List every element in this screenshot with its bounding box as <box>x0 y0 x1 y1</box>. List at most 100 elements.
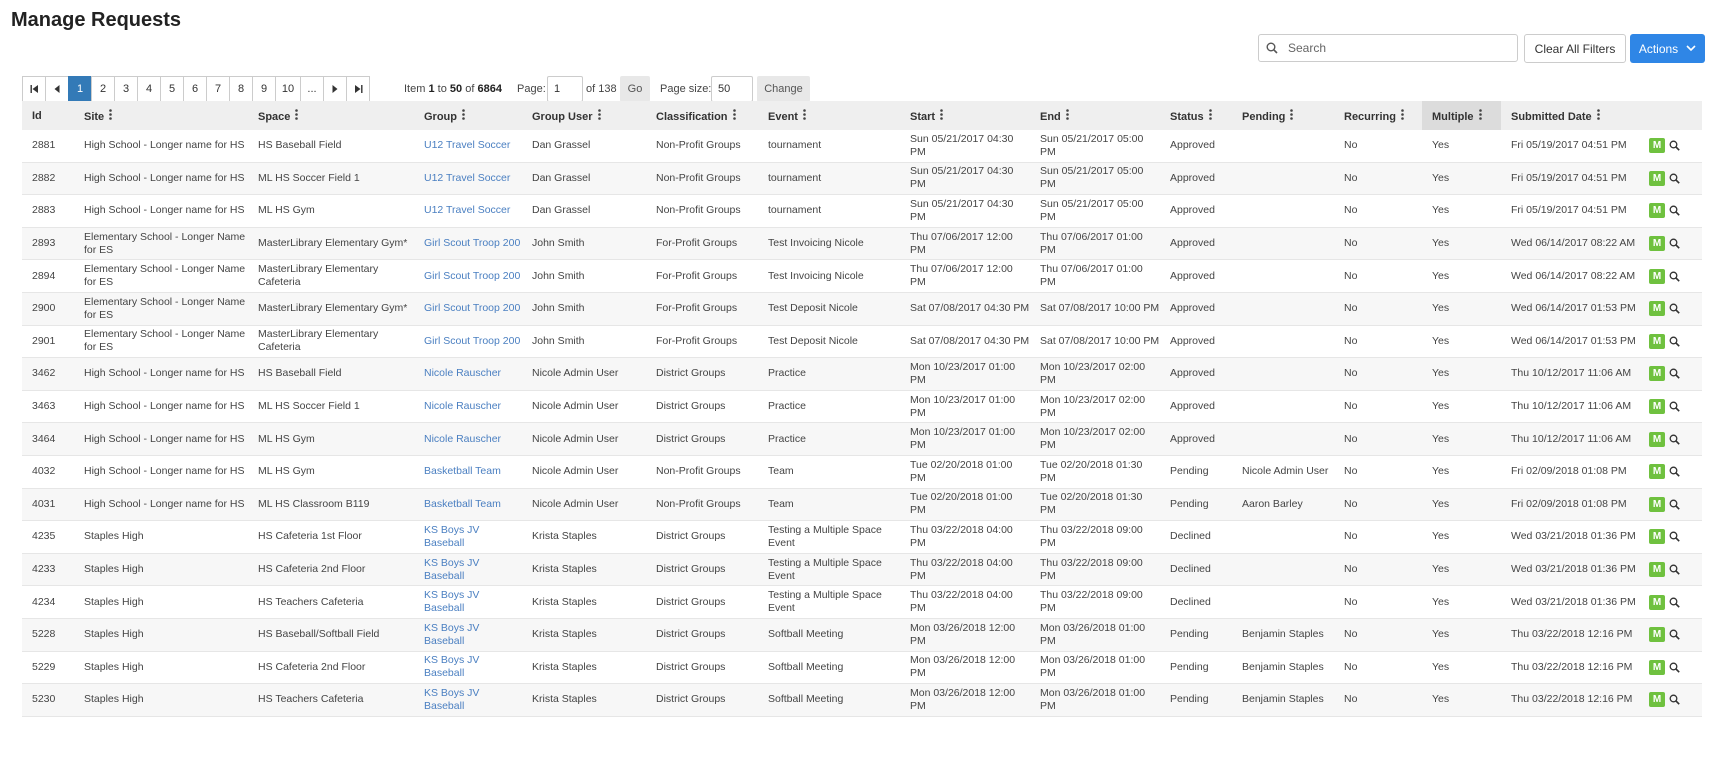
view-details-icon[interactable] <box>1669 336 1680 347</box>
column-header-multiple[interactable]: Multiple <box>1422 101 1501 130</box>
cell-group[interactable]: KS Boys JV Baseball <box>414 585 522 619</box>
cell-group[interactable]: KS Boys JV Baseball <box>414 618 522 652</box>
manage-button[interactable]: M <box>1649 496 1665 512</box>
manage-button[interactable]: M <box>1649 431 1665 447</box>
column-header-space[interactable]: Space <box>248 101 414 130</box>
column-menu-icon[interactable] <box>1401 108 1404 123</box>
manage-button[interactable]: M <box>1649 366 1665 382</box>
column-header-id[interactable]: Id <box>22 101 74 130</box>
manage-button[interactable]: M <box>1649 627 1665 643</box>
column-menu-icon[interactable] <box>1290 108 1294 123</box>
manage-button[interactable]: M <box>1649 594 1665 610</box>
view-details-icon[interactable] <box>1669 466 1680 478</box>
view-details-icon[interactable] <box>1669 629 1680 640</box>
table-row[interactable]: 5230 Staples High HS Teachers Cafeteria KS … <box>22 683 1702 717</box>
page-button-1[interactable]: 1 <box>68 76 92 102</box>
next-page-button[interactable] <box>323 76 347 102</box>
column-header-submitted-date[interactable]: Submitted Date <box>1501 101 1639 130</box>
change-page-size-button[interactable]: Change <box>757 76 810 102</box>
column-menu-icon[interactable] <box>803 108 806 123</box>
search-input[interactable] <box>1286 40 1500 56</box>
cell-group[interactable]: Girl Scout Troop 200 <box>414 227 522 261</box>
cell-group[interactable]: Girl Scout Troop 200 <box>414 259 522 293</box>
view-details-icon[interactable] <box>1669 140 1680 152</box>
cell-group[interactable]: KS Boys JV Baseball <box>414 520 522 554</box>
manage-button[interactable]: M <box>1649 692 1665 708</box>
table-row[interactable]: 4235 Staples High HS Cafeteria 1st Floor KS… <box>22 520 1702 554</box>
page-button-5[interactable]: 5 <box>160 76 184 102</box>
cell-group[interactable]: KS Boys JV Baseball <box>414 683 522 717</box>
manage-button[interactable]: M <box>1649 138 1665 154</box>
table-row[interactable]: 2893 Elementary School - Longer Name for … <box>22 227 1702 261</box>
column-header-site[interactable]: Site <box>74 101 248 130</box>
view-details-icon[interactable] <box>1669 434 1680 445</box>
manage-button[interactable]: M <box>1649 170 1665 186</box>
column-menu-icon[interactable] <box>109 108 112 123</box>
table-row[interactable]: 2882 High School - Longer name for HS ML H… <box>22 162 1702 196</box>
cell-group[interactable]: Nicole Rauscher <box>414 357 522 391</box>
column-header-group[interactable]: Group <box>414 101 522 130</box>
manage-button[interactable]: M <box>1649 236 1665 252</box>
cell-group[interactable]: Girl Scout Troop 200 <box>414 325 522 359</box>
table-row[interactable]: 5229 Staples High HS Cafeteria 2nd Floor KS… <box>22 651 1702 685</box>
manage-button[interactable]: M <box>1649 301 1665 317</box>
view-details-icon[interactable] <box>1669 173 1680 184</box>
column-menu-icon[interactable] <box>295 108 299 123</box>
page-button-6[interactable]: 6 <box>183 76 207 102</box>
column-menu-icon[interactable] <box>940 108 943 123</box>
manage-button[interactable]: M <box>1649 562 1665 578</box>
view-details-icon[interactable] <box>1669 499 1680 510</box>
column-menu-icon[interactable] <box>1065 108 1069 123</box>
column-menu-icon[interactable] <box>462 108 465 123</box>
column-header-classification[interactable]: Classification <box>646 101 758 130</box>
page-button-10[interactable]: 10 <box>275 76 301 102</box>
page-button-3[interactable]: 3 <box>114 76 138 102</box>
cell-group[interactable]: Basketball Team <box>414 455 522 489</box>
view-details-icon[interactable] <box>1669 597 1680 608</box>
view-details-icon[interactable] <box>1669 662 1680 673</box>
table-row[interactable]: 4032 High School - Longer name for HS ML H… <box>22 455 1702 489</box>
actions-button[interactable]: Actions <box>1630 34 1705 63</box>
first-page-button[interactable] <box>22 76 46 102</box>
cell-group[interactable]: U12 Travel Soccer <box>414 130 522 163</box>
go-button[interactable]: Go <box>620 76 650 102</box>
column-header-recurring[interactable]: Recurring <box>1334 101 1422 130</box>
page-button-7[interactable]: 7 <box>206 76 230 102</box>
table-row[interactable]: 4234 Staples High HS Teachers Cafeteria KS … <box>22 585 1702 619</box>
prev-page-button[interactable] <box>45 76 69 102</box>
view-details-icon[interactable] <box>1669 531 1680 543</box>
column-menu-icon[interactable] <box>1208 108 1212 123</box>
view-details-icon[interactable] <box>1669 205 1680 217</box>
view-details-icon[interactable] <box>1669 303 1680 315</box>
page-button-4[interactable]: 4 <box>137 76 161 102</box>
table-row[interactable]: 2900 Elementary School - Longer Name for … <box>22 292 1702 326</box>
cell-group[interactable]: U12 Travel Soccer <box>414 162 522 196</box>
page-size-input[interactable]: 50 <box>711 76 753 102</box>
manage-button[interactable]: M <box>1649 659 1665 675</box>
last-page-button[interactable] <box>346 76 370 102</box>
view-details-icon[interactable] <box>1669 694 1680 706</box>
column-header-status[interactable]: Status <box>1160 101 1232 130</box>
table-row[interactable]: 4233 Staples High HS Cafeteria 2nd Floor KS… <box>22 553 1702 587</box>
view-details-icon[interactable] <box>1669 401 1680 412</box>
column-header-pending[interactable]: Pending <box>1232 101 1334 130</box>
cell-group[interactable]: U12 Travel Soccer <box>414 194 522 228</box>
column-menu-icon[interactable] <box>1596 108 1600 123</box>
manage-button[interactable]: M <box>1649 529 1665 545</box>
table-row[interactable]: 2883 High School - Longer name for HS ML H… <box>22 194 1702 228</box>
manage-button[interactable]: M <box>1649 203 1665 219</box>
view-details-icon[interactable] <box>1669 368 1680 380</box>
table-row[interactable]: 2901 Elementary School - Longer Name for … <box>22 325 1702 359</box>
table-row[interactable]: 4031 High School - Longer name for HS ML H… <box>22 488 1702 522</box>
view-details-icon[interactable] <box>1669 238 1680 249</box>
view-details-icon[interactable] <box>1669 271 1680 282</box>
page-ellipsis-button[interactable]: ... <box>300 76 324 102</box>
cell-group[interactable]: KS Boys JV Baseball <box>414 553 522 587</box>
cell-group[interactable]: Nicole Rauscher <box>414 390 522 424</box>
cell-group[interactable]: Girl Scout Troop 200 <box>414 292 522 326</box>
clear-all-filters-button[interactable]: Clear All Filters <box>1524 34 1626 63</box>
cell-group[interactable]: Nicole Rauscher <box>414 422 522 456</box>
column-menu-icon[interactable] <box>597 108 601 123</box>
column-menu-icon[interactable] <box>732 108 736 123</box>
page-number-input[interactable]: 1 <box>547 76 583 102</box>
